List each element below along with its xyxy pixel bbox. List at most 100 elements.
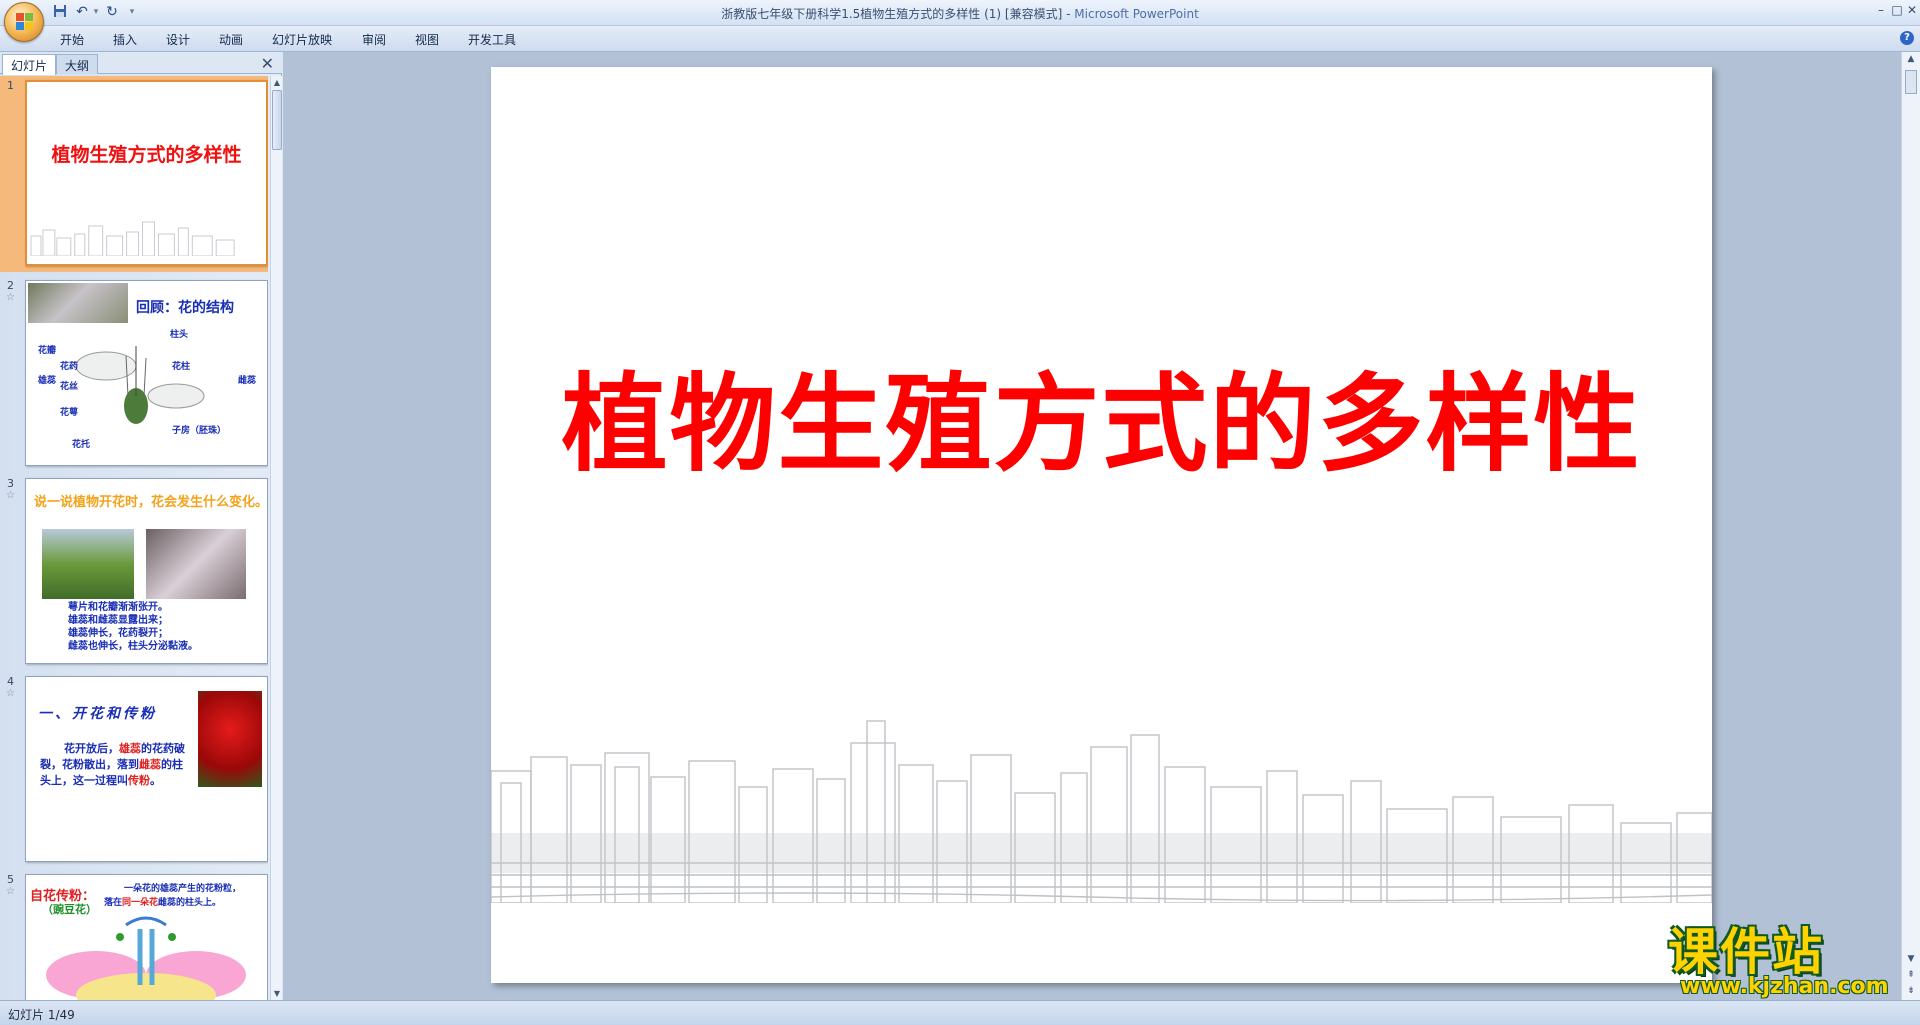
blossom-photo (28, 283, 128, 323)
office-logo-icon (16, 13, 34, 31)
tab-design[interactable]: 设计 (166, 31, 190, 48)
animation-star-icon: ☆ (6, 292, 15, 303)
current-slide[interactable]: 植物生殖方式的多样性 (491, 67, 1712, 983)
pea-flower-diagram (46, 916, 246, 1000)
thumbnail-body: 落在同一朵花雌蕊的柱头上。 (104, 895, 221, 908)
flower-diagram (75, 346, 205, 424)
scroll-up-icon[interactable]: ▲ (272, 78, 282, 87)
thumbnail-list: 1 植物生殖方式的多样性 2 ☆ 回顾：花的结构 柱头 花瓣 花药 花柱 雄蕊 … (0, 76, 268, 1000)
tab-animations[interactable]: 动画 (219, 31, 243, 48)
watermark-title: 课件站 (1668, 923, 1824, 981)
body-text: 一过程叫 (84, 774, 128, 787)
thumbnail-row-1[interactable]: 1 植物生殖方式的多样性 (0, 76, 268, 272)
thumbnails-scrollbar[interactable]: ▲ ▼ (270, 76, 282, 1000)
thumbnail-row-5[interactable]: 5 ☆ 自花传粉： （豌豆花） 一朵花的雄蕊产生的花粉粒， 落在同一朵花雌蕊的柱… (0, 870, 268, 1000)
highlight-text: 传粉 (128, 774, 150, 787)
slide-indicator: 幻灯片 1/49 (8, 1008, 75, 1022)
rose-photo (198, 691, 262, 787)
thumbnail-body: 萼片和花瓣渐渐张开。 雄蕊和雌蕊显露出来； 雄蕊伸长，花药裂开； 雌蕊也伸长，柱… (68, 601, 198, 653)
thumbnail-slide-3[interactable]: 说一说植物开花时，花会发生什么变化。 萼片和花瓣渐渐张开。 雄蕊和雌蕊显露出来；… (25, 478, 268, 664)
ribbon-tabs: 开始 插入 设计 动画 幻灯片放映 审阅 视图 开发工具 ? (0, 26, 1920, 52)
tab-outline[interactable]: 大纲 (56, 54, 99, 74)
body-line: 雌蕊也伸长，柱头分泌黏液。 (68, 641, 198, 652)
previous-slide-icon[interactable]: ⇞ (1905, 970, 1917, 980)
thumbnail-slide-1[interactable]: 植物生殖方式的多样性 (25, 80, 268, 266)
label-style: 花柱 (172, 362, 191, 372)
thumbnail-slide-4[interactable]: 一、开花和传粉 花开放后，雄蕊的花药破裂，花粉散出，落到雌蕊的柱头上，这一过程叫… (25, 676, 268, 862)
label-receptacle: 花托 (72, 440, 91, 450)
thumbnail-title: 说一说植物开花时，花会发生什么变化。 (34, 495, 268, 510)
scroll-up-icon[interactable]: ▲ (1905, 54, 1917, 64)
panel-tabs: 幻灯片 大纲 ✕ (0, 52, 282, 75)
title-bar: ↶ ▾ ↻ ▾ 浙教版七年级下册科学1.5植物生殖方式的多样性 (1) [兼容模… (0, 0, 1920, 42)
office-button[interactable] (4, 2, 44, 42)
site-watermark: 课件站 www.kjzhan.com (1668, 923, 1898, 999)
label-pistil: 雌蕊 (238, 376, 257, 386)
highlight-text: 雄蕊 (119, 742, 141, 755)
scrollbar-thumb[interactable] (1905, 70, 1917, 94)
app-name: Microsoft PowerPoint (1074, 7, 1199, 21)
thumbnail-slide-2[interactable]: 回顾：花的结构 柱头 花瓣 花药 花柱 雄蕊 花丝 雌蕊 花萼 子房（胚珠） 花… (25, 280, 268, 466)
body-line: 萼片和花瓣渐渐张开。 (68, 602, 168, 613)
body-text: 花开放后， (64, 742, 119, 755)
thumbnail-number: 3 (7, 477, 14, 490)
label-stamen: 雄蕊 (38, 376, 57, 386)
label-filament: 花丝 (60, 382, 79, 392)
label-ovary: 子房（胚珠） (172, 426, 227, 436)
scroll-down-icon[interactable]: ▼ (1905, 954, 1917, 964)
slide-scrollbar[interactable]: ▲ ▼ ⇞ ⇟ (1901, 52, 1920, 1000)
slides-panel: 幻灯片 大纲 ✕ 1 植物生殖方式的多样性 2 ☆ 回顾：花的结构 柱头 花瓣 … (0, 52, 282, 1000)
thumbnail-row-4[interactable]: 4 ☆ 一、开花和传粉 花开放后，雄蕊的花药破裂，花粉散出，落到雌蕊的柱头上，这… (0, 672, 268, 868)
body-text: 落到 (117, 758, 139, 771)
body-line: 一朵花的雄蕊产生的花粉粒， (124, 884, 242, 894)
label-petal: 花瓣 (38, 346, 57, 356)
scrollbar-thumb[interactable] (272, 90, 282, 150)
next-slide-icon[interactable]: ⇟ (1905, 986, 1917, 996)
body-text: 雌蕊的柱头上。 (158, 898, 222, 908)
animation-star-icon: ☆ (6, 688, 15, 699)
tab-review[interactable]: 审阅 (362, 31, 386, 48)
highlight-text: 雌蕊 (139, 758, 161, 771)
skyline-image (491, 720, 1712, 903)
watermark-url: www.kjzhan.com (1680, 974, 1889, 999)
slide-editor: 植物生殖方式的多样性 (283, 52, 1901, 1000)
label-anther: 花药 (60, 362, 79, 372)
tab-home[interactable]: 开始 (60, 31, 84, 48)
status-bar: 幻灯片 1/49 (0, 1000, 1920, 1025)
animation-star-icon: ☆ (6, 490, 15, 501)
document-title: 浙教版七年级下册科学1.5植物生殖方式的多样性 (1) [兼容模式] (721, 7, 1063, 21)
thumbnail-number: 1 (7, 79, 14, 92)
label-stigma: 柱头 (170, 330, 189, 340)
thumbnail-number: 2 (7, 279, 14, 292)
slide-title[interactable]: 植物生殖方式的多样性 (491, 365, 1712, 485)
thumbnail-row-2[interactable]: 2 ☆ 回顾：花的结构 柱头 花瓣 花药 花柱 雄蕊 花丝 雌蕊 花萼 子房（胚… (0, 276, 268, 472)
close-button[interactable]: ✕ (1903, 3, 1920, 19)
thumbnail-title: 植物生殖方式的多样性 (51, 144, 242, 166)
thumbnail-number: 5 (7, 873, 14, 886)
blossom-photo (146, 529, 246, 599)
body-text: 。 (150, 774, 161, 787)
skyline-image (30, 221, 235, 256)
body-line: 雄蕊和雌蕊显露出来； (68, 615, 168, 626)
thumbnail-title: 回顾：花的结构 (136, 300, 234, 316)
tab-developer[interactable]: 开发工具 (468, 31, 516, 48)
thumbnail-slide-5[interactable]: 自花传粉： （豌豆花） 一朵花的雄蕊产生的花粉粒， 落在同一朵花雌蕊的柱头上。 (25, 874, 268, 1000)
window-title: 浙教版七年级下册科学1.5植物生殖方式的多样性 (1) [兼容模式] - Mic… (721, 7, 1199, 21)
body-text: 的 (141, 742, 152, 755)
tab-insert[interactable]: 插入 (113, 31, 137, 48)
animation-star-icon: ☆ (6, 886, 15, 897)
highlight-text: 同一朵花 (122, 898, 159, 908)
thumbnail-number: 4 (7, 675, 14, 688)
panel-close-icon[interactable]: ✕ (261, 54, 274, 73)
tab-view[interactable]: 视图 (415, 31, 439, 48)
label-sepal: 花萼 (60, 408, 79, 418)
body-line: 雄蕊伸长，花药裂开； (68, 628, 168, 639)
tab-slideshow[interactable]: 幻灯片放映 (272, 31, 332, 48)
tab-slides[interactable]: 幻灯片 (2, 54, 57, 75)
bud-photo (42, 529, 134, 599)
scroll-down-icon[interactable]: ▼ (272, 989, 282, 998)
thumbnail-body: 花开放后，雄蕊的花药破裂，花粉散出，落到雌蕊的柱头上，这一过程叫传粉。 (40, 741, 190, 789)
thumbnail-row-3[interactable]: 3 ☆ 说一说植物开花时，花会发生什么变化。 萼片和花瓣渐渐张开。 雄蕊和雌蕊显… (0, 474, 268, 670)
help-icon[interactable]: ? (1900, 31, 1914, 45)
thumbnail-title: 一、开花和传粉 (38, 706, 157, 722)
